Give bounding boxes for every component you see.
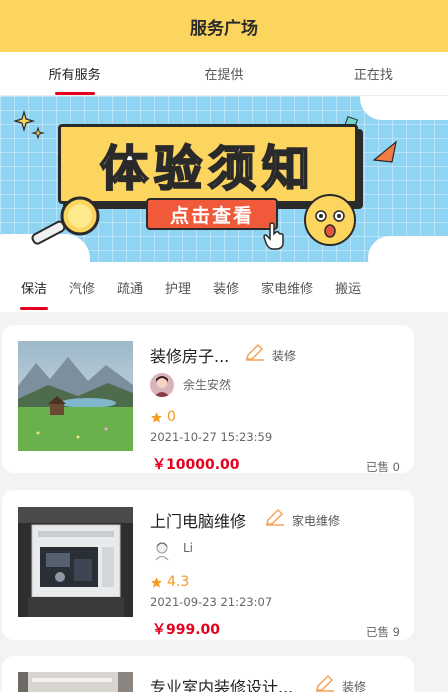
promo-banner[interactable]: 体验须知 点击查看 — [0, 96, 448, 262]
service-thumbnail — [18, 507, 133, 617]
service-card[interactable]: 专业室内装修设计... 装修 — [2, 656, 414, 692]
user-name: 余生安然 — [183, 378, 232, 392]
category-drain[interactable]: 疏通 — [106, 262, 154, 312]
edit-icon[interactable] — [314, 672, 336, 692]
star-icon — [151, 576, 162, 588]
sparkle-icon — [14, 110, 45, 140]
avatar[interactable] — [150, 538, 174, 562]
category-appliance-repair[interactable]: 家电维修 — [250, 262, 324, 312]
service-title: 上门电脑维修 — [150, 512, 247, 531]
rating: 4.3 — [150, 574, 189, 590]
tab-offering[interactable]: 在提供 — [149, 52, 298, 95]
category-bar: 保洁 汽修 疏通 护理 装修 家电维修 搬运 — [0, 262, 448, 312]
tab-seeking[interactable]: 正在找 — [299, 52, 448, 95]
hand-cursor-icon — [263, 222, 284, 250]
avatar[interactable] — [150, 373, 174, 397]
category-car-repair[interactable]: 汽修 — [58, 262, 106, 312]
service-type: 装修 — [342, 680, 367, 692]
service-title: 装修房子... — [150, 347, 230, 366]
star-icon — [151, 411, 162, 423]
service-price: ￥999.00 — [152, 622, 221, 638]
sold-count: 已售 9 — [366, 625, 400, 639]
category-moving[interactable]: 搬运 — [324, 262, 372, 312]
edit-icon[interactable] — [244, 341, 266, 361]
page-title: 服务广场 — [190, 18, 258, 39]
banner-cloud — [368, 236, 448, 262]
service-card[interactable]: 上门电脑维修 家电维修 Li 4.3 2021-09-23 21:23:07 ￥… — [2, 490, 414, 640]
category-cleaning[interactable]: 保洁 — [10, 262, 58, 312]
service-date: 2021-10-27 15:23:59 — [150, 430, 273, 444]
service-type: 装修 — [272, 349, 297, 363]
tab-all-services[interactable]: 所有服务 — [0, 52, 149, 95]
category-renovation[interactable]: 装修 — [202, 262, 250, 312]
service-title: 专业室内装修设计... — [150, 678, 294, 692]
user-name: Li — [183, 541, 194, 555]
surprised-face-icon — [304, 194, 356, 246]
rating-value: 4.3 — [167, 574, 190, 590]
rating: 0 — [150, 409, 176, 425]
category-care[interactable]: 护理 — [154, 262, 202, 312]
service-tabs: 所有服务 在提供 正在找 — [0, 52, 448, 96]
magnifier-icon — [31, 196, 100, 245]
service-card[interactable]: 装修房子... 装修 余生安然 0 2021-10-27 15:23:59 ￥1… — [2, 325, 414, 474]
banner-headline: 体验须知 — [99, 140, 316, 198]
service-thumbnail — [18, 672, 133, 692]
edit-icon[interactable] — [264, 506, 286, 526]
triangle-icon — [372, 140, 397, 163]
banner-view-button[interactable]: 点击查看 — [146, 198, 278, 230]
service-thumbnail — [18, 341, 133, 451]
service-date: 2021-09-23 21:23:07 — [150, 595, 273, 609]
service-type: 家电维修 — [292, 514, 341, 528]
service-price: ￥10000.00 — [152, 457, 240, 473]
sold-count: 已售 0 — [366, 460, 400, 474]
banner-cloud — [360, 96, 448, 120]
app-header: 服务广场 — [0, 0, 448, 52]
rating-value: 0 — [167, 409, 176, 425]
